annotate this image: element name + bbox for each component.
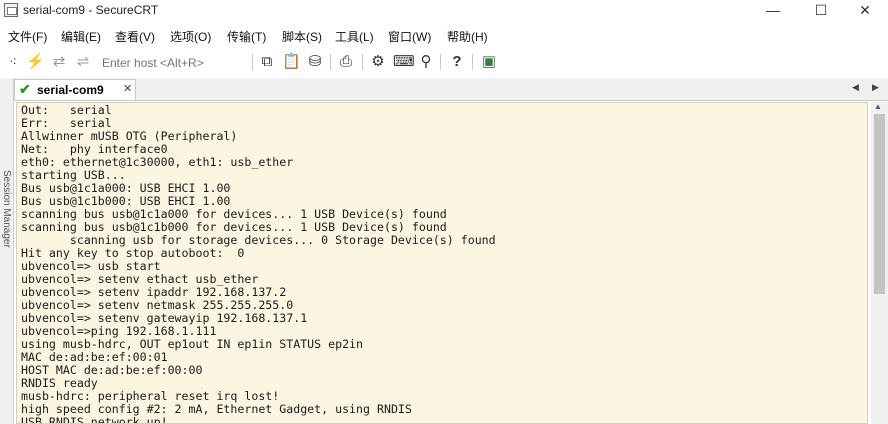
connected-check-icon: ✔: [19, 81, 31, 97]
screenshot-icon[interactable]: ▣: [480, 53, 498, 71]
menu-edit[interactable]: 编辑(E): [61, 28, 101, 45]
settings-gear-icon[interactable]: ⚙: [369, 53, 387, 71]
securecrt-app-icon: [4, 3, 18, 17]
terminal-line: USB RNDIS network up!: [21, 415, 168, 424]
reconnect-icon[interactable]: ⇄: [50, 53, 68, 71]
tab-close-icon[interactable]: ✕: [123, 82, 132, 95]
print-icon[interactable]: ⎙: [337, 53, 355, 71]
connect-icon[interactable]: ⁖: [4, 53, 22, 71]
disconnect-icon[interactable]: ⇌: [74, 53, 92, 71]
menu-bar: 文件(F) 编辑(E) 查看(V) 选项(O) 传输(T) 脚本(S) 工具(L…: [0, 24, 888, 46]
close-button[interactable]: ✕: [842, 0, 888, 22]
toolbar-separator: [362, 54, 363, 70]
maximize-button[interactable]: ☐: [798, 0, 844, 22]
paste-icon[interactable]: 📋: [282, 53, 301, 71]
title-bar: serial-com9 - SecureCRT — ☐ ✕: [0, 0, 888, 22]
window-title: serial-com9 - SecureCRT: [23, 3, 159, 17]
keymap-icon[interactable]: ⌨: [393, 53, 415, 71]
menu-options[interactable]: 选项(O): [170, 28, 211, 45]
vertical-scrollbar[interactable]: ▲: [871, 102, 888, 424]
tab-serial-com9[interactable]: ✔ serial-com9 ✕: [14, 79, 136, 100]
tab-scroll-right-icon[interactable]: ▶: [872, 82, 879, 93]
menu-transfer[interactable]: 传输(T): [227, 28, 266, 45]
session-manager-label: Session Manager: [1, 170, 12, 248]
menu-window[interactable]: 窗口(W): [388, 28, 431, 45]
toolbar: ⁖ ⚡ ⇄ ⇌ ⧉ 📋 ⛁ ⎙ ⚙ ⌨ ⚲ ? ▣: [0, 50, 888, 76]
menu-tools[interactable]: 工具(L): [335, 28, 374, 45]
find-icon[interactable]: ⛁: [306, 53, 324, 71]
enter-host-input[interactable]: [100, 53, 252, 73]
toolbar-separator: [330, 54, 331, 70]
menu-file[interactable]: 文件(F): [8, 28, 47, 45]
tab-bar: ✔ serial-com9 ✕ ◀ ▶: [14, 78, 888, 101]
toolbar-separator: [252, 54, 253, 70]
quick-connect-icon[interactable]: ⚡: [26, 53, 45, 71]
tab-scroll-left-icon[interactable]: ◀: [852, 82, 859, 93]
menu-help[interactable]: 帮助(H): [447, 28, 488, 45]
toolbar-separator: [440, 54, 441, 70]
terminal-output[interactable]: Out: serial Err: serial Allwinner mUSB OTG…: [16, 102, 868, 424]
copy-icon[interactable]: ⧉: [258, 53, 276, 71]
session-manager-strip[interactable]: Session Manager: [0, 78, 14, 424]
menu-script[interactable]: 脚本(S): [282, 28, 322, 45]
minimize-button[interactable]: —: [750, 0, 796, 22]
tab-label: serial-com9: [37, 83, 104, 97]
help-icon[interactable]: ?: [448, 53, 466, 71]
toolbar-separator: [472, 54, 473, 70]
menu-view[interactable]: 查看(V): [115, 28, 155, 45]
sftp-icon[interactable]: ⚲: [417, 53, 435, 71]
scrollbar-thumb[interactable]: [874, 114, 885, 294]
scroll-up-icon[interactable]: ▲: [874, 102, 882, 111]
